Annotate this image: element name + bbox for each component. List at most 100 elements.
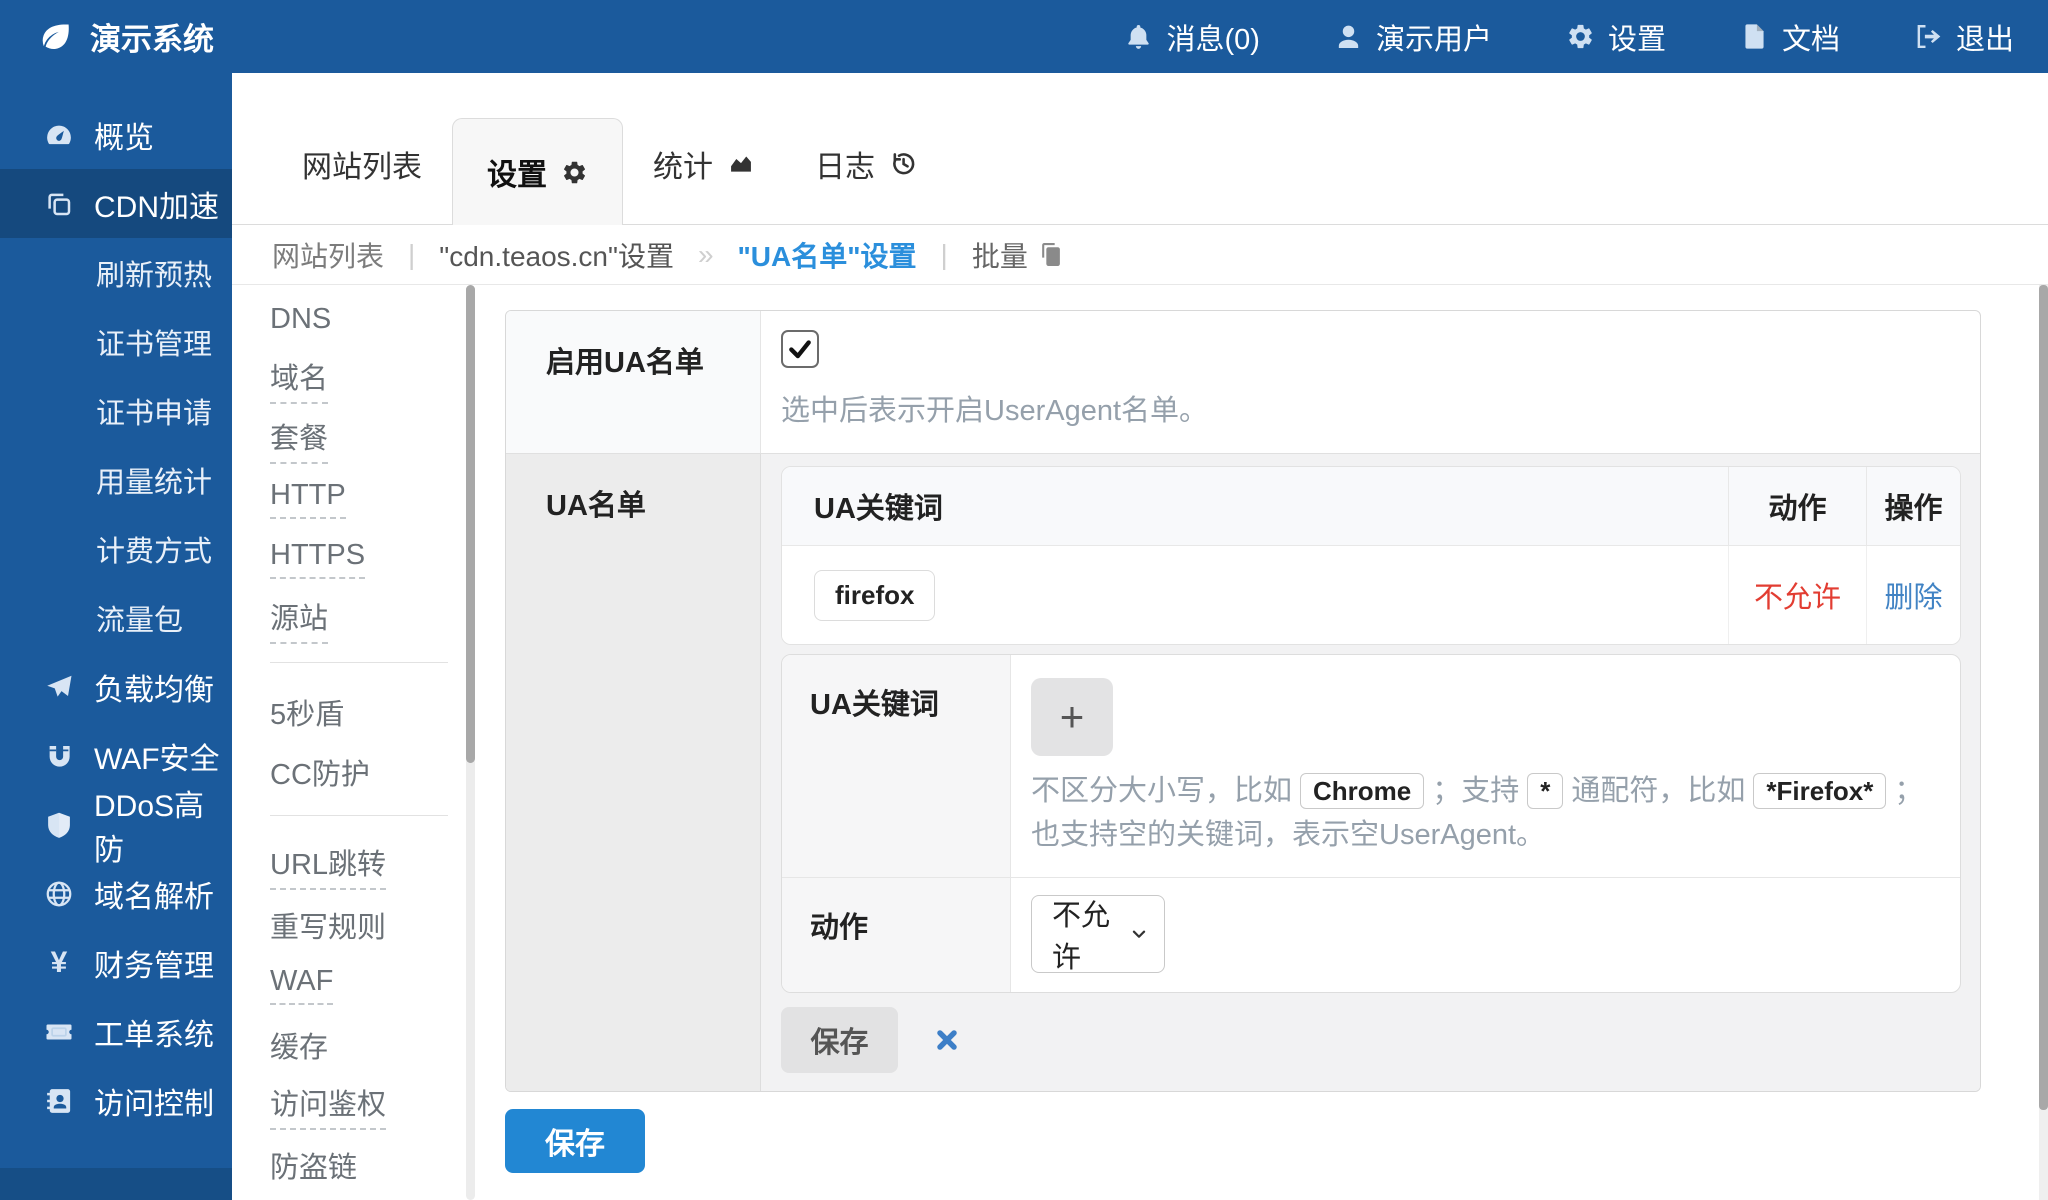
submenu-item-hotlink[interactable]: 防盗链 (270, 1135, 466, 1195)
sidebar-sub-refresh[interactable]: 刷新预热 (0, 238, 232, 307)
sidebar-item-cdn[interactable]: CDN加速 (0, 169, 232, 238)
form-row-ua-list: UA名单 UA关键词 动作 操作 firefox 不允许 删除 (506, 454, 1980, 1091)
window-scrollbar-thumb[interactable] (2039, 285, 2048, 1110)
topbar: 演示系统 消息(0) 演示用户 设置 文档 (0, 0, 2048, 73)
keyword-editor: UA关键词 + 不区分大小写，比如Chrome；支持*通配符，比如*Firefo… (781, 654, 1961, 993)
sidebar-sub-cert-apply[interactable]: 证书申请 (0, 376, 232, 445)
action-select[interactable]: 不允许 (1031, 895, 1165, 973)
sidebar-item-tickets[interactable]: 工单系统 (0, 997, 232, 1066)
sidebar-sub-billing[interactable]: 计费方式 (0, 514, 232, 583)
brand[interactable]: 演示系统 (0, 14, 214, 59)
keyword-hint: 不区分大小写，比如Chrome；支持*通配符，比如*Firefox*；也支持空的… (1031, 770, 1926, 857)
breadcrumb: 网站列表 | "cdn.teaos.cn"设置 » "UA名单"设置 | 批量 (232, 225, 2048, 285)
enable-ua-label: 启用UA名单 (506, 311, 761, 453)
submenu-item-5s-shield[interactable]: 5秒盾 (270, 682, 466, 742)
enable-ua-checkbox[interactable] (781, 330, 819, 368)
history-icon (889, 150, 917, 178)
submenu-label: 重写规则 (270, 904, 386, 946)
table-header-row: UA关键词 动作 操作 (782, 467, 1960, 546)
submenu-item-auth[interactable]: 访问鉴权 (270, 1075, 466, 1135)
topbar-item-user[interactable]: 演示用户 (1334, 16, 1492, 58)
tab-label: 统计 (653, 142, 713, 186)
chevron-down-icon (1128, 923, 1150, 945)
submenu-divider (270, 662, 448, 663)
tab-logs[interactable]: 日志 (785, 142, 947, 224)
sidebar-item-load-balance[interactable]: 负载均衡 (0, 652, 232, 721)
column-header-keyword: UA关键词 (782, 467, 1728, 545)
check-icon (787, 336, 813, 362)
action-select-value: 不允许 (1052, 892, 1128, 976)
sidebar-sub-cert-manage[interactable]: 证书管理 (0, 307, 232, 376)
editor-actions: 保存 (781, 1007, 1961, 1073)
submenu-item-rewrite[interactable]: 重写规则 (270, 895, 466, 955)
tab-stats[interactable]: 统计 (623, 142, 785, 224)
gear-icon (1566, 22, 1595, 51)
sidebar-item-access-control[interactable]: 访问控制 (0, 1066, 232, 1135)
tab-label: 网站列表 (302, 142, 422, 186)
sidebar-sub-traffic-pack[interactable]: 流量包 (0, 583, 232, 652)
sign-out-icon (1914, 22, 1943, 51)
ua-list-label: UA名单 (506, 454, 761, 1091)
submenu-item-plan[interactable]: 套餐 (270, 409, 466, 469)
brand-label: 演示系统 (90, 14, 214, 59)
topbar-item-logout[interactable]: 退出 (1914, 16, 2014, 58)
submenu-item-origin[interactable]: 源站 (270, 589, 466, 649)
hint-text: 通配符，比如 (1571, 775, 1745, 807)
delete-link[interactable]: 删除 (1866, 546, 1960, 644)
sidebar-sub-usage[interactable]: 用量统计 (0, 445, 232, 514)
globe-icon (44, 879, 74, 909)
editor-save-button[interactable]: 保存 (781, 1007, 898, 1073)
address-book-icon (44, 1086, 74, 1116)
breadcrumb-site-settings[interactable]: "cdn.teaos.cn"设置 (439, 235, 674, 275)
add-keyword-button[interactable]: + (1031, 678, 1113, 756)
breadcrumb-batch[interactable]: 批量 (972, 235, 1063, 275)
submenu-item-dns[interactable]: DNS (270, 289, 466, 349)
close-icon[interactable] (934, 1027, 960, 1053)
submenu-item-http[interactable]: HTTP (270, 469, 466, 529)
tab-label: 设置 (487, 150, 547, 194)
submenu-item-https[interactable]: HTTPS (270, 529, 466, 589)
tab-settings[interactable]: 设置 (452, 118, 623, 225)
submenu-item-cc[interactable]: CC防护 (270, 742, 466, 802)
tab-bar: 网站列表 设置 统计 日志 (232, 73, 2048, 225)
submenu-item-waf[interactable]: WAF (270, 955, 466, 1015)
clone-icon (44, 189, 74, 219)
submenu-item-domain[interactable]: 域名 (270, 349, 466, 409)
breadcrumb-separator: | (408, 239, 415, 271)
sidebar: 概览 CDN加速 刷新预热 证书管理 证书申请 用量统计 计费方式 流量包 负载… (0, 73, 232, 1200)
sidebar-item-label: 财务管理 (94, 941, 214, 985)
tab-site-list[interactable]: 网站列表 (272, 142, 452, 224)
sidebar-footer-strip (0, 1168, 232, 1200)
bell-icon (1124, 22, 1153, 51)
submenu-label: DNS (270, 303, 331, 336)
form-row-enable: 启用UA名单 选中后表示开启UserAgent名单。 (506, 311, 1980, 454)
sidebar-item-dns-resolve[interactable]: 域名解析 (0, 859, 232, 928)
breadcrumb-current[interactable]: "UA名单"设置 (738, 235, 917, 275)
submenu-item-cache[interactable]: 缓存 (270, 1015, 466, 1075)
topbar-item-settings[interactable]: 设置 (1566, 16, 1666, 58)
sidebar-item-label: DDoS高防 (94, 781, 232, 869)
save-button[interactable]: 保存 (505, 1109, 645, 1173)
ticket-icon (44, 1017, 74, 1047)
submenu-scrollbar[interactable] (466, 285, 475, 1200)
sidebar-item-label: 域名解析 (94, 872, 214, 916)
submenu-item-url-redirect[interactable]: URL跳转 (270, 835, 466, 895)
sidebar-item-finance[interactable]: ¥ 财务管理 (0, 928, 232, 997)
breadcrumb-site-list[interactable]: 网站列表 (272, 235, 384, 275)
submenu-label: WAF (270, 965, 333, 1005)
breadcrumb-chevron: » (698, 239, 714, 271)
topbar-item-label: 退出 (1956, 16, 2014, 58)
submenu-label: 域名 (270, 355, 328, 404)
submenu-label: URL跳转 (270, 841, 386, 890)
topbar-item-messages[interactable]: 消息(0) (1124, 16, 1259, 58)
magnet-icon (44, 741, 74, 771)
window-scrollbar[interactable] (2039, 285, 2048, 1200)
topbar-item-docs[interactable]: 文档 (1740, 16, 1840, 58)
sidebar-sub-label: 计费方式 (96, 528, 212, 570)
sidebar-item-overview[interactable]: 概览 (0, 100, 232, 169)
shield-icon (44, 810, 74, 840)
submenu-scrollbar-thumb[interactable] (466, 285, 475, 763)
user-icon (1334, 22, 1363, 51)
content-area: DNS 域名 套餐 HTTP HTTPS 源站 5秒盾 CC防护 URL跳转 重… (232, 285, 2048, 1200)
sidebar-item-ddos[interactable]: DDoS高防 (0, 790, 232, 859)
